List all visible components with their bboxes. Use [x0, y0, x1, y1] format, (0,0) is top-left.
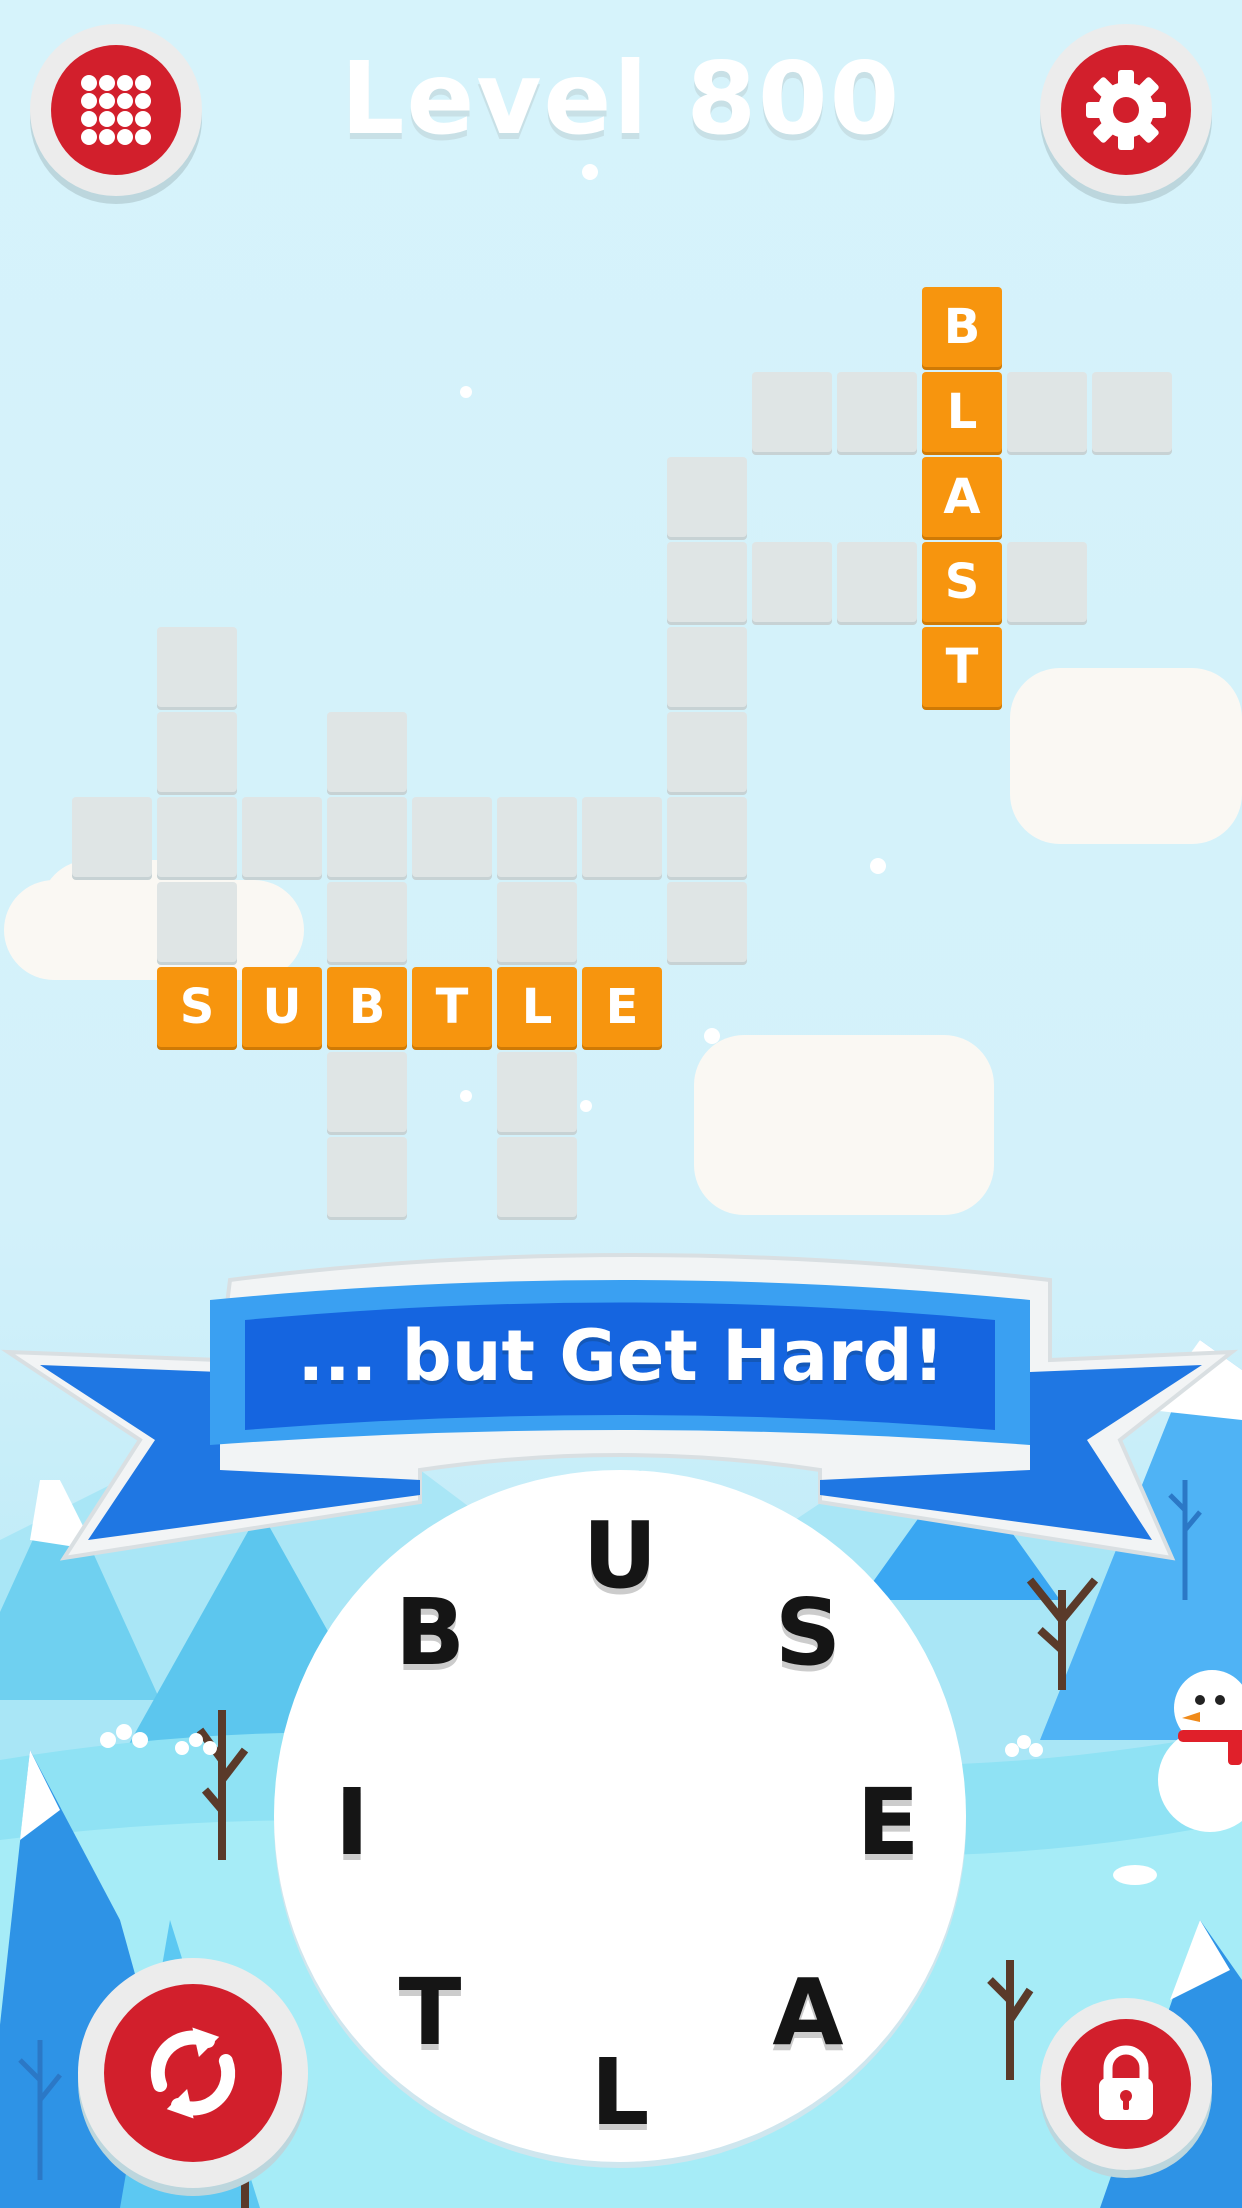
empty-cell	[412, 797, 492, 877]
snowflake	[460, 386, 472, 398]
letter-cell: T	[412, 967, 492, 1047]
empty-cell	[1007, 372, 1087, 452]
empty-cell	[157, 627, 237, 707]
empty-cell	[582, 797, 662, 877]
letter-cell: S	[157, 967, 237, 1047]
banner-text: ... but Get Hard!	[297, 1315, 945, 1397]
letter-cell: S	[922, 542, 1002, 622]
empty-cell	[157, 797, 237, 877]
empty-cell	[1092, 372, 1172, 452]
letter-cell: U	[242, 967, 322, 1047]
empty-cell	[752, 542, 832, 622]
empty-cell	[157, 882, 237, 962]
letter-cell: B	[922, 287, 1002, 367]
empty-cell	[837, 542, 917, 622]
empty-cell	[327, 882, 407, 962]
settings-button[interactable]	[1040, 24, 1212, 196]
wheel-letter-E[interactable]: E	[833, 1767, 943, 1877]
empty-cell	[157, 712, 237, 792]
empty-cell	[497, 1137, 577, 1217]
empty-cell	[667, 627, 747, 707]
letter-cell: L	[497, 967, 577, 1047]
empty-cell	[497, 882, 577, 962]
wheel-letter-S[interactable]: S	[753, 1577, 863, 1687]
empty-cell	[242, 797, 322, 877]
empty-cell	[327, 1052, 407, 1132]
empty-cell	[667, 882, 747, 962]
letter-cell: L	[922, 372, 1002, 452]
wheel-letter-A[interactable]: A	[753, 1957, 863, 2067]
letter-cell: T	[922, 627, 1002, 707]
lock-icon	[1099, 2045, 1153, 2120]
wheel-letter-T[interactable]: T	[375, 1957, 485, 2067]
empty-cell	[752, 372, 832, 452]
empty-cell	[72, 797, 152, 877]
wheel-letter-L[interactable]: L	[565, 2037, 675, 2147]
snowflake	[870, 858, 886, 874]
empty-cell	[327, 1137, 407, 1217]
wheel-letter-I[interactable]: I	[297, 1767, 407, 1877]
empty-cell	[327, 797, 407, 877]
snowflake	[704, 1028, 720, 1044]
shuffle-button[interactable]	[78, 1958, 308, 2188]
empty-cell	[327, 712, 407, 792]
empty-cell	[667, 457, 747, 537]
wheel-letter-U[interactable]: U	[565, 1500, 675, 1610]
empty-cell	[667, 797, 747, 877]
wheel-letter-B[interactable]: B	[375, 1577, 485, 1687]
empty-cell	[1007, 542, 1087, 622]
cloud	[760, 1040, 960, 1090]
empty-cell	[667, 542, 747, 622]
empty-cell	[667, 712, 747, 792]
snowflake	[582, 164, 598, 180]
letter-cell: B	[327, 967, 407, 1047]
empty-cell	[837, 372, 917, 452]
letter-cell: A	[922, 457, 1002, 537]
shuffle-icon	[150, 2027, 236, 2119]
snowflake	[460, 1090, 472, 1102]
snowflake	[580, 1100, 592, 1112]
gear-icon	[1086, 70, 1166, 150]
empty-cell	[497, 797, 577, 877]
hint-lock-button[interactable]	[1040, 1998, 1212, 2170]
empty-cell	[497, 1052, 577, 1132]
letter-cell: E	[582, 967, 662, 1047]
cloud	[1070, 700, 1242, 770]
